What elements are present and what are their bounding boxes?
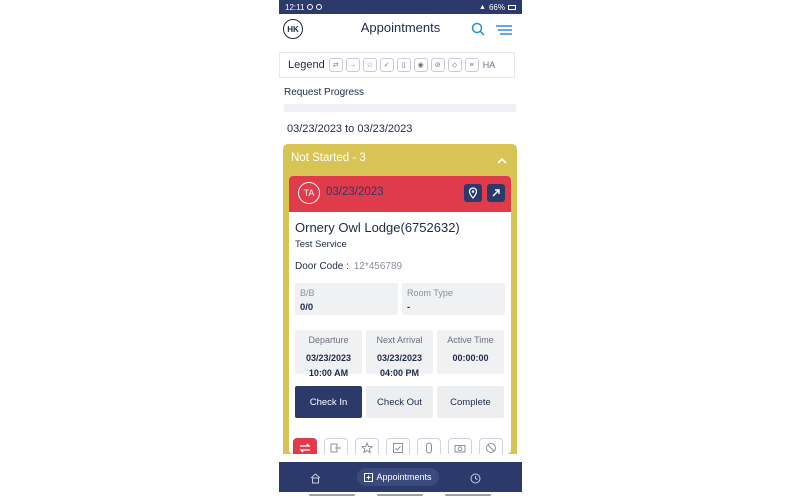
exit-icon: → bbox=[345, 58, 360, 72]
nav-appointments[interactable]: Appointments bbox=[357, 468, 439, 486]
app-header: HK Appointments bbox=[279, 14, 522, 46]
clip-icon: ▯ bbox=[396, 58, 411, 72]
status-bar: 12:11 ▲ 66% bbox=[279, 0, 522, 14]
next-arrival-date: 03/23/2023 bbox=[376, 353, 423, 363]
menu-icon[interactable] bbox=[496, 23, 512, 41]
gesture-back[interactable] bbox=[309, 494, 355, 496]
service-name: Test Service bbox=[295, 239, 347, 250]
star-icon[interactable] bbox=[355, 438, 379, 454]
property-name: Ornery Owl Lodge(6752632) bbox=[295, 220, 460, 235]
gesture-home[interactable] bbox=[377, 494, 423, 496]
departure-date: 03/23/2023 bbox=[305, 353, 352, 363]
checkbox-icon[interactable] bbox=[386, 438, 410, 454]
ban-icon[interactable] bbox=[479, 438, 503, 454]
departure-box: Departure 03/23/2023 10:00 AM bbox=[295, 330, 362, 378]
location-button[interactable] bbox=[464, 184, 482, 202]
clip-icon[interactable] bbox=[417, 438, 441, 454]
next-arrival-box: Next Arrival 03/23/2023 04:00 PM bbox=[366, 330, 433, 378]
complete-button[interactable]: Complete bbox=[437, 386, 504, 418]
appointment-card[interactable]: TA 03/23/2023 Ornery Owl Lodge(6752632) … bbox=[289, 176, 511, 454]
location-pin-icon bbox=[468, 187, 478, 199]
legend-ha: HA bbox=[482, 60, 496, 70]
list-icon: ≡ bbox=[464, 58, 479, 72]
battery-percent: 66% bbox=[488, 2, 505, 12]
chevron-up-icon[interactable] bbox=[497, 152, 507, 170]
active-time-box: Active Time 00:00:00 bbox=[437, 330, 504, 374]
door-code-value: 12*456789 bbox=[353, 261, 403, 272]
date-range[interactable]: 03/23/2023 to 03/23/2023 bbox=[287, 123, 412, 135]
clock-icon[interactable] bbox=[470, 471, 481, 489]
battery-icon bbox=[508, 4, 516, 10]
search-icon[interactable] bbox=[471, 22, 485, 41]
signal-icon: ▲ bbox=[479, 3, 486, 11]
room-type-label: Room Type bbox=[407, 288, 453, 298]
open-button[interactable] bbox=[487, 184, 505, 202]
assignee-avatar: TA bbox=[298, 182, 320, 204]
camera-icon[interactable] bbox=[448, 438, 472, 454]
request-progress-bar bbox=[284, 104, 516, 112]
home-icon[interactable] bbox=[310, 471, 321, 489]
cube-icon: ◇ bbox=[447, 58, 462, 72]
arrow-up-right-icon bbox=[492, 189, 500, 197]
active-time-label: Active Time bbox=[447, 335, 494, 345]
departure-label: Departure bbox=[308, 335, 349, 345]
ban-icon: ⊘ bbox=[430, 58, 445, 72]
request-progress-label: Request Progress bbox=[284, 87, 365, 98]
page-title: Appointments bbox=[360, 20, 441, 35]
card-header: TA 03/23/2023 bbox=[289, 176, 511, 212]
card-date: 03/23/2023 bbox=[326, 186, 384, 198]
notification-icon bbox=[316, 4, 323, 10]
exit-icon[interactable] bbox=[324, 438, 348, 454]
status-time: 12:11 bbox=[285, 2, 305, 12]
door-code: Door Code : 12*456789 bbox=[295, 261, 402, 272]
next-arrival-label: Next Arrival bbox=[376, 335, 423, 345]
group-title[interactable]: Not Started - 3 bbox=[291, 152, 366, 164]
check-out-button[interactable]: Check Out bbox=[366, 386, 433, 418]
legend-bar: Legend ⇄ → ☆ ✓ ▯ ◉ ⊘ ◇ ≡ HA bbox=[279, 52, 515, 78]
swap-icon[interactable] bbox=[293, 438, 317, 454]
room-type-value: - bbox=[407, 302, 411, 313]
bottom-nav: Appointments bbox=[279, 462, 522, 492]
legend-label: Legend bbox=[288, 59, 325, 71]
camera-icon: ◉ bbox=[413, 58, 428, 72]
nav-appointments-label: Appointments bbox=[376, 472, 432, 482]
gesture-recents[interactable] bbox=[445, 494, 491, 496]
checkbox-icon: ✓ bbox=[379, 58, 394, 72]
star-icon: ☆ bbox=[362, 58, 377, 72]
swap-icon: ⇄ bbox=[328, 58, 343, 72]
phone-screen: 12:11 ▲ 66% HK Appointments Legend ⇄ → ☆… bbox=[279, 0, 522, 500]
bb-value: 0/0 bbox=[300, 302, 314, 313]
active-time-value: 00:00:00 bbox=[452, 353, 489, 363]
bb-box: B/B 0/0 bbox=[295, 283, 398, 315]
departure-time: 10:00 AM bbox=[308, 368, 349, 378]
check-in-button[interactable]: Check In bbox=[295, 386, 362, 418]
room-type-box: Room Type - bbox=[402, 283, 505, 315]
next-arrival-time: 04:00 PM bbox=[379, 368, 420, 378]
door-code-label: Door Code : bbox=[295, 261, 349, 272]
settings-icon bbox=[307, 4, 314, 10]
calendar-plus-icon bbox=[364, 472, 374, 482]
bb-label: B/B bbox=[300, 288, 315, 298]
status-group-not-started: Not Started - 3 TA 03/23/2023 Ornery Owl… bbox=[283, 144, 517, 454]
card-action-icons bbox=[293, 438, 503, 454]
